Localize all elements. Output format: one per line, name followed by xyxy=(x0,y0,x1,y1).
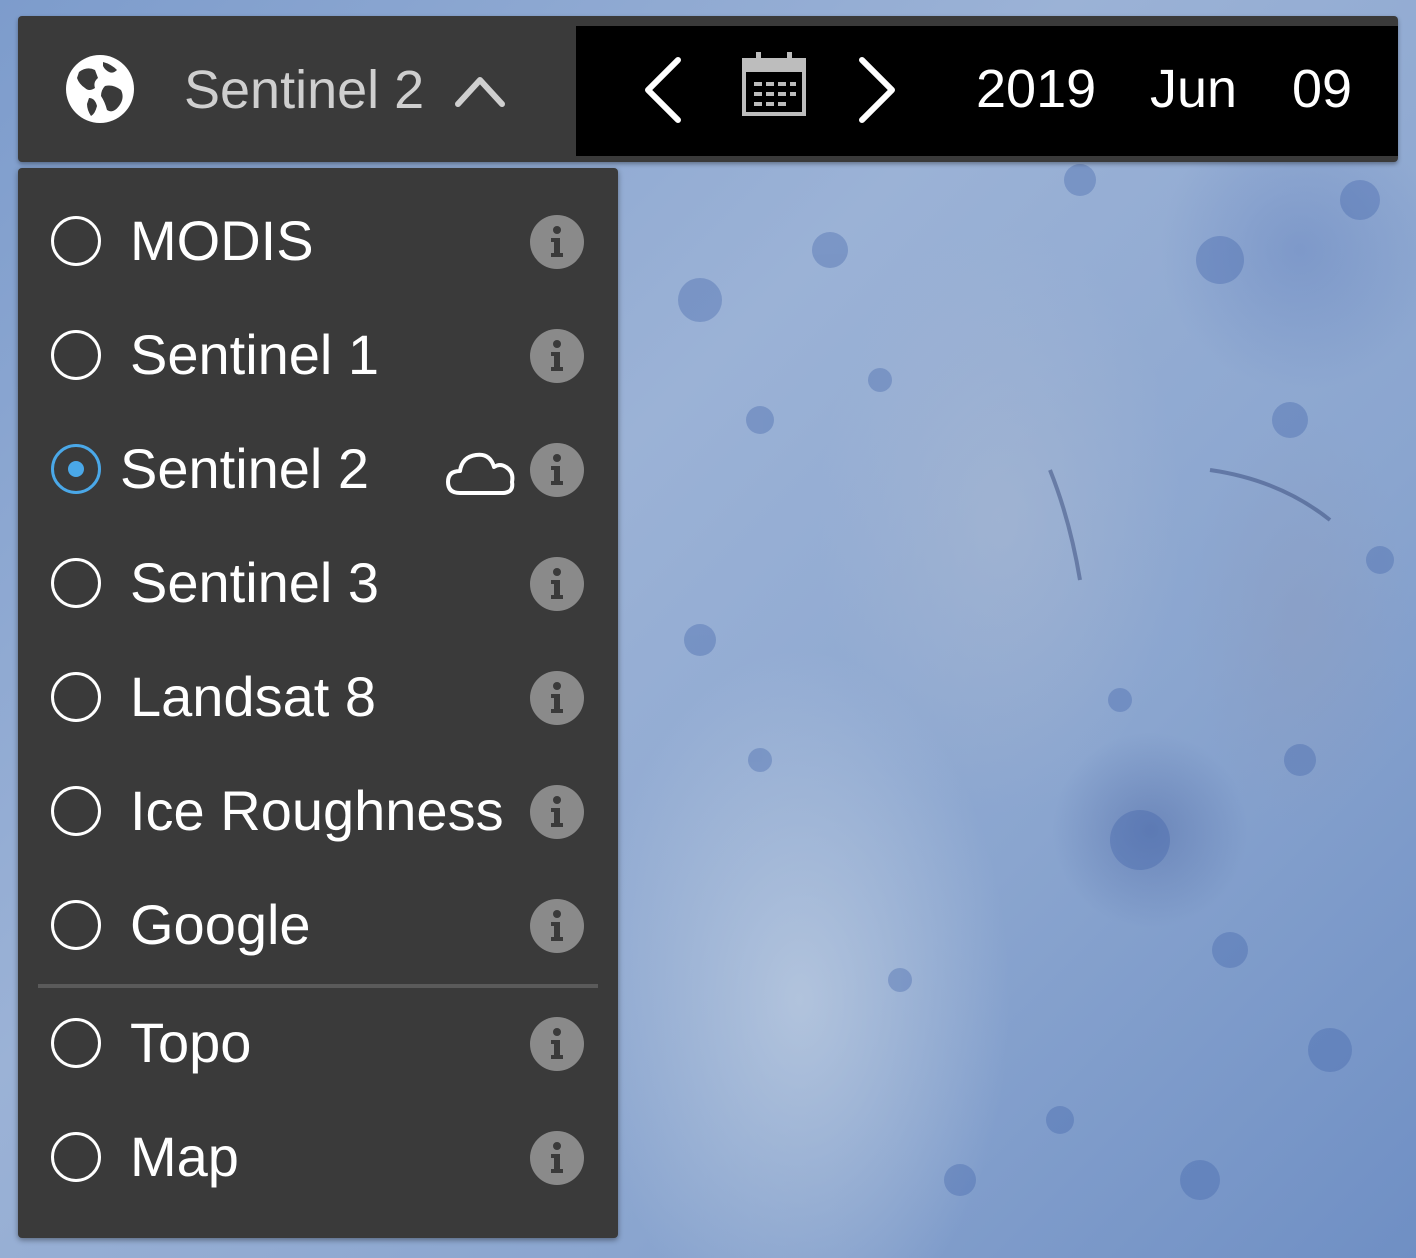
cloud-icon[interactable] xyxy=(444,445,518,499)
info-icon[interactable] xyxy=(530,215,584,269)
layer-option-ice-roughness[interactable]: Ice Roughness xyxy=(18,756,618,870)
info-icon[interactable] xyxy=(530,785,584,839)
info-icon[interactable] xyxy=(530,329,584,383)
radio-button[interactable] xyxy=(51,900,101,950)
layer-dropdown-menu: MODIS Sentinel 1 Sentinel 2 Sentinel 3 L… xyxy=(18,168,618,1238)
info-icon[interactable] xyxy=(530,899,584,953)
date-month[interactable]: Jun xyxy=(1150,59,1237,119)
layer-option-label: Map xyxy=(130,1125,239,1188)
layer-option-label: Sentinel 1 xyxy=(130,323,380,386)
layer-option-label: Ice Roughness xyxy=(130,779,504,842)
layer-option-label: Landsat 8 xyxy=(130,665,376,728)
radio-button-selected[interactable] xyxy=(51,444,101,494)
calendar-icon[interactable] xyxy=(740,50,808,118)
layer-option-sentinel-3[interactable]: Sentinel 3 xyxy=(18,528,618,642)
info-icon[interactable] xyxy=(530,443,584,497)
radio-button[interactable] xyxy=(51,330,101,380)
top-toolbar: Sentinel 2 2019 Jun 09 xyxy=(18,16,1398,162)
layer-option-modis[interactable]: MODIS xyxy=(18,186,618,300)
radio-button[interactable] xyxy=(51,1132,101,1182)
radio-button[interactable] xyxy=(51,786,101,836)
layer-option-label: Sentinel 2 xyxy=(120,437,370,500)
globe-icon xyxy=(66,55,134,123)
radio-button[interactable] xyxy=(51,558,101,608)
layer-option-landsat-8[interactable]: Landsat 8 xyxy=(18,642,618,756)
layer-option-google[interactable]: Google xyxy=(18,870,618,984)
radio-button[interactable] xyxy=(51,216,101,266)
layer-option-sentinel-2[interactable]: Sentinel 2 xyxy=(18,414,618,528)
info-icon[interactable] xyxy=(530,1017,584,1071)
radio-button[interactable] xyxy=(51,1018,101,1068)
date-day[interactable]: 09 xyxy=(1292,59,1352,119)
layer-option-label: Topo xyxy=(130,1011,252,1074)
layer-option-label: Sentinel 3 xyxy=(130,551,380,614)
layer-option-label: MODIS xyxy=(130,209,314,272)
chevron-right-icon[interactable] xyxy=(852,56,902,124)
current-layer-label: Sentinel 2 xyxy=(184,60,425,120)
layer-option-label: Google xyxy=(130,893,311,956)
layer-option-sentinel-1[interactable]: Sentinel 1 xyxy=(18,300,618,414)
chevron-left-icon[interactable] xyxy=(638,56,688,124)
date-year[interactable]: 2019 xyxy=(976,59,1096,119)
chevron-up-icon xyxy=(455,77,505,107)
layer-option-topo[interactable]: Topo xyxy=(18,988,618,1102)
layer-selector-toggle[interactable]: Sentinel 2 xyxy=(18,16,576,162)
radio-button[interactable] xyxy=(51,672,101,722)
info-icon[interactable] xyxy=(530,557,584,611)
info-icon[interactable] xyxy=(530,1131,584,1185)
layer-option-map[interactable]: Map xyxy=(18,1102,618,1216)
date-picker: 2019 Jun 09 xyxy=(576,26,1398,156)
info-icon[interactable] xyxy=(530,671,584,725)
